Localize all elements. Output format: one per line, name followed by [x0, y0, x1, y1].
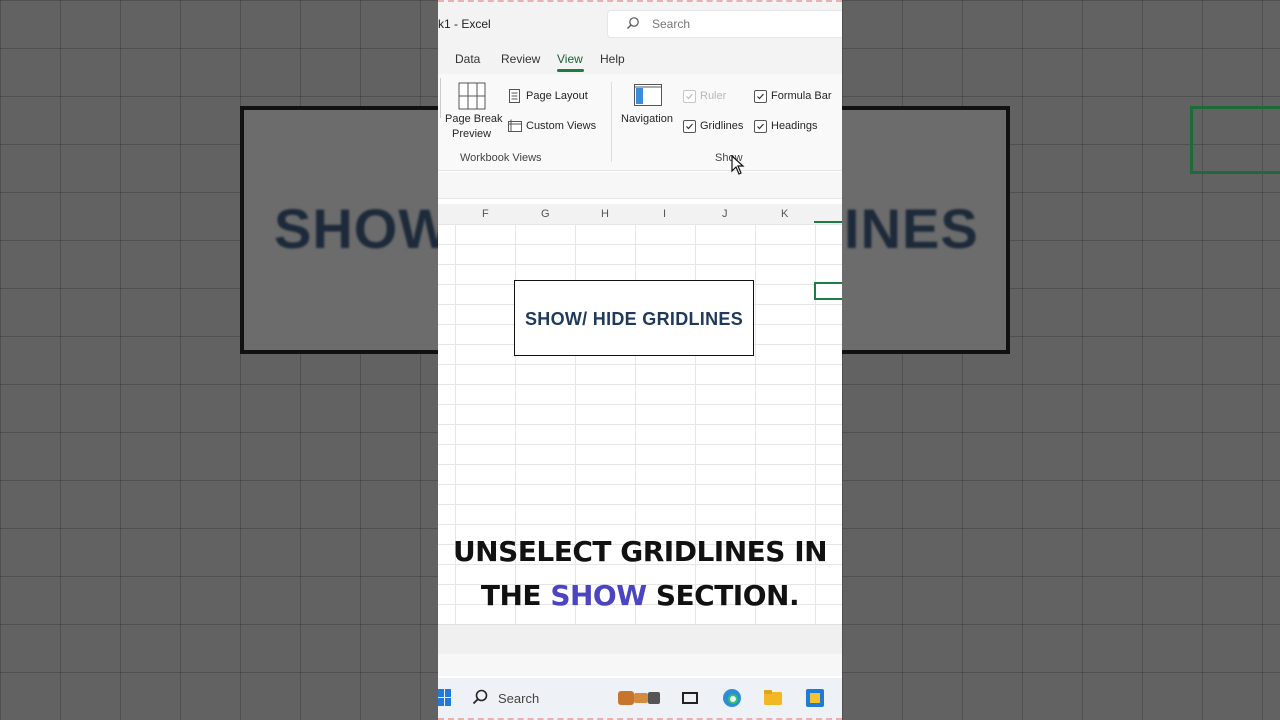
- column-header-h[interactable]: H: [601, 208, 609, 220]
- active-tab-indicator: [557, 69, 584, 72]
- tab-view[interactable]: View: [557, 52, 583, 66]
- formula-bar-label: Formula Bar: [771, 90, 832, 102]
- title-textbox[interactable]: SHOW/ HIDE GRIDLINES: [514, 280, 754, 356]
- ruler-check-icon: [683, 90, 696, 103]
- formula-bar-area[interactable]: [438, 172, 842, 199]
- caption-line-1: UNSELECT GRIDLINES IN: [452, 535, 828, 568]
- navigation-icon: [634, 84, 662, 106]
- search-placeholder: Search: [652, 17, 691, 31]
- column-header-j[interactable]: J: [722, 208, 728, 220]
- ruler-label: Ruler: [700, 90, 727, 102]
- caption-line-2-start: THE: [480, 579, 551, 612]
- mouse-cursor-icon: [731, 155, 745, 175]
- custom-views-label: Custom Views: [526, 120, 597, 132]
- custom-views-icon: [508, 119, 522, 132]
- tab-data[interactable]: Data: [455, 52, 480, 66]
- page-break-preview-label-2: Preview: [452, 128, 492, 140]
- column-header-f[interactable]: F: [482, 208, 489, 220]
- taskbar-search-icon[interactable]: [472, 689, 488, 705]
- column-header-i[interactable]: I: [663, 208, 666, 220]
- workbook-views-group-label: Workbook Views: [460, 152, 542, 164]
- tab-review[interactable]: Review: [501, 52, 540, 66]
- ribbon-group-divider: [611, 82, 612, 162]
- sheet-tabs-bar: [438, 624, 842, 655]
- background-selected-cell: [1190, 106, 1280, 174]
- gridlines-check-icon: [683, 120, 696, 133]
- gridlines-checkbox[interactable]: Gridlines: [683, 119, 749, 135]
- background-right: INES: [842, 0, 1280, 720]
- title-bar: k1 - Excel Search: [438, 0, 842, 44]
- page-break-preview-button[interactable]: Page Break Preview: [444, 80, 503, 144]
- column-header-k[interactable]: K: [781, 208, 788, 220]
- edge-browser-icon[interactable]: [721, 687, 743, 709]
- instruction-caption: UNSELECT GRIDLINES IN THE SHOW SECTION.: [438, 530, 842, 618]
- task-view-icon[interactable]: [679, 687, 701, 709]
- selected-cell[interactable]: [814, 282, 842, 300]
- ruler-checkbox[interactable]: Ruler: [683, 89, 743, 105]
- caption-line-2: THE SHOW SECTION.: [438, 574, 842, 618]
- windows-start-icon[interactable]: [438, 689, 452, 707]
- column-header-g[interactable]: G: [541, 208, 550, 220]
- page-layout-icon: [509, 89, 520, 103]
- formula-bar-check-icon: [754, 90, 767, 103]
- windows-taskbar: Search: [438, 678, 842, 720]
- headings-check-icon: [754, 120, 767, 133]
- caption-line-2-end: SECTION.: [646, 579, 800, 612]
- gridlines-label: Gridlines: [700, 120, 744, 132]
- headings-label: Headings: [771, 120, 818, 132]
- tab-help[interactable]: Help: [600, 52, 625, 66]
- navigation-label: Navigation: [621, 113, 673, 125]
- taskbar-widget-icon[interactable]: [616, 687, 664, 709]
- excel-app-icon[interactable]: [804, 687, 826, 709]
- file-explorer-icon[interactable]: [762, 687, 784, 709]
- active-column-indicator: [814, 221, 842, 223]
- headings-checkbox[interactable]: Headings: [754, 119, 824, 135]
- status-bar: [438, 654, 842, 676]
- page-break-preview-label: Page Break: [445, 113, 503, 125]
- navigation-button[interactable]: Navigation: [618, 80, 682, 130]
- formula-bar-checkbox[interactable]: Formula Bar: [754, 89, 840, 105]
- window-title: k1 - Excel: [438, 17, 491, 31]
- column-headers: F G H I J K: [438, 204, 842, 225]
- ribbon-tabs: Data Review View Help: [438, 44, 842, 74]
- ribbon-view: Page Break Preview Page Layout Custom Vi…: [438, 74, 842, 171]
- background-left: SHOW: [0, 0, 438, 720]
- custom-views-button[interactable]: Custom Views: [508, 118, 608, 136]
- search-box[interactable]: Search: [607, 10, 842, 38]
- search-icon: [627, 17, 639, 29]
- background-text-right: INES: [844, 197, 979, 260]
- background-text-left: SHOW: [274, 197, 438, 260]
- taskbar-search-label[interactable]: Search: [498, 691, 539, 706]
- excel-window: k1 - Excel Search Data Review View Help …: [438, 0, 842, 720]
- page-layout-button[interactable]: Page Layout: [508, 88, 598, 106]
- page-layout-label: Page Layout: [526, 90, 588, 102]
- textbox-text: SHOW/ HIDE GRIDLINES: [524, 309, 743, 329]
- caption-highlight: SHOW: [550, 579, 647, 612]
- page-break-preview-icon: [458, 82, 486, 110]
- ribbon-left-edge: [440, 78, 441, 118]
